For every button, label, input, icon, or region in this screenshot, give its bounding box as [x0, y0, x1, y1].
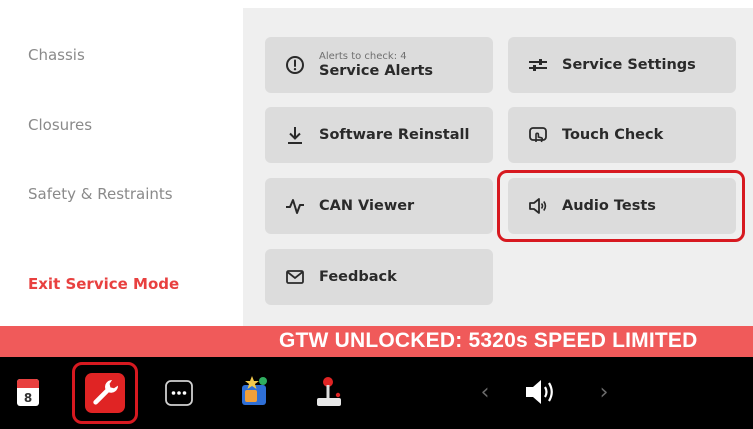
alerts-count-text: Alerts to check: 4: [319, 50, 407, 62]
software-reinstall-label: Software Reinstall: [319, 127, 470, 143]
waveform-icon: [285, 196, 305, 216]
status-banner: GTW UNLOCKED: 5320s SPEED LIMITED: [0, 326, 753, 357]
service-app-button[interactable]: [72, 362, 138, 424]
can-viewer-label: CAN Viewer: [319, 198, 415, 214]
calendar-app-button[interactable]: 8: [16, 374, 40, 408]
volume-icon: [526, 380, 553, 404]
volume-down-button[interactable]: ‹: [478, 380, 492, 405]
toybox-icon: [242, 376, 267, 405]
wrench-icon: [85, 373, 125, 413]
calendar-day: 8: [23, 391, 33, 405]
download-icon: [285, 125, 305, 145]
sliders-icon: [528, 55, 548, 75]
software-reinstall-button[interactable]: Software Reinstall: [265, 107, 493, 163]
volume-up-button[interactable]: ›: [597, 380, 611, 405]
sidebar-item-chassis[interactable]: Chassis: [28, 46, 85, 64]
envelope-icon: [285, 267, 305, 287]
arcade-app-button[interactable]: [314, 375, 344, 409]
feedback-button[interactable]: Feedback: [265, 249, 493, 305]
volume-button[interactable]: [524, 377, 560, 407]
alert-circle-icon: [285, 55, 305, 75]
toybox-app-button[interactable]: [236, 373, 270, 407]
service-settings-button[interactable]: Service Settings: [508, 37, 736, 93]
feedback-label: Feedback: [319, 269, 397, 285]
touch-check-button[interactable]: Touch Check: [508, 107, 736, 163]
touch-icon: [528, 125, 548, 145]
more-apps-button[interactable]: [165, 380, 193, 406]
audio-tests-highlight: [497, 170, 745, 242]
sidebar: Chassis Closures Safety & Restraints Exi…: [0, 0, 243, 326]
taskbar: 8 ‹ ›: [0, 357, 753, 429]
service-settings-label: Service Settings: [562, 57, 696, 73]
ellipsis-icon: [165, 380, 193, 406]
service-alerts-button[interactable]: Alerts to check: 4 Service Alerts: [265, 37, 493, 93]
gtw-unlocked-text: GTW UNLOCKED: 5320s SPEED LIMITED: [279, 329, 698, 352]
can-viewer-button[interactable]: CAN Viewer: [265, 178, 493, 234]
exit-service-mode-button[interactable]: Exit Service Mode: [28, 275, 179, 293]
sidebar-item-closures[interactable]: Closures: [28, 116, 92, 134]
service-alerts-label: Service Alerts: [319, 62, 434, 79]
sidebar-item-safety-restraints[interactable]: Safety & Restraints: [28, 185, 173, 203]
service-panel: Alerts to check: 4 Service Alerts Servic…: [243, 8, 753, 326]
touch-check-label: Touch Check: [562, 127, 664, 143]
joystick-icon: [317, 377, 341, 406]
